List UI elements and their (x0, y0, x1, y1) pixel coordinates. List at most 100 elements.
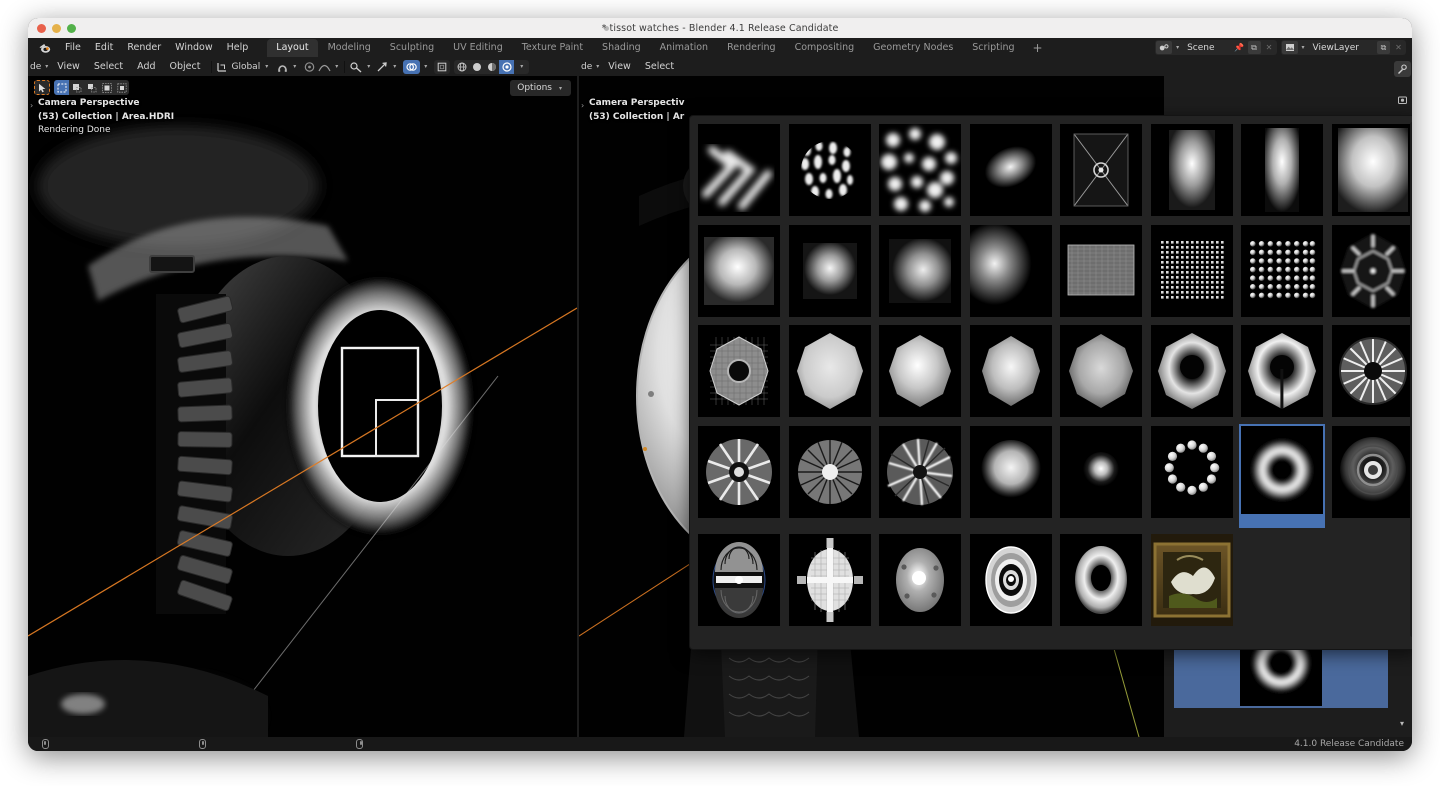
preview-item-tex-37[interactable] (1060, 534, 1142, 626)
preview-item-tex-25[interactable] (698, 426, 780, 518)
blender-logo-icon[interactable] (37, 40, 52, 55)
remove-viewlayer-x-icon[interactable]: ✕ (1392, 41, 1405, 54)
lasso-select-icon[interactable] (84, 80, 99, 95)
shading-rendered-icon[interactable] (499, 60, 514, 74)
menu-render[interactable]: Render (120, 40, 168, 55)
preview-item-tex-38[interactable] (1151, 534, 1233, 626)
preview-item-tex-18[interactable] (789, 325, 871, 417)
preview-item-tex-36[interactable] (970, 534, 1052, 626)
viewport-menu-add[interactable]: Add (130, 59, 162, 74)
tweak-tool-icon[interactable] (34, 80, 50, 95)
preview-item-tex-11[interactable] (879, 225, 961, 317)
viewport-options-button[interactable]: Options ▾ (510, 80, 571, 96)
pin-icon[interactable]: 📌 (1233, 41, 1246, 54)
viewport-menu-object[interactable]: Object (163, 59, 208, 74)
preview-item-tex-20[interactable] (970, 325, 1052, 417)
tab-uv-editing[interactable]: UV Editing (444, 39, 512, 57)
tab-sculpting[interactable]: Sculpting (381, 39, 443, 57)
render-tab-icon[interactable] (1394, 92, 1411, 108)
preview-item-tex-9[interactable] (698, 225, 780, 317)
preview-item-tex-8[interactable] (1332, 124, 1413, 216)
preview-item-tex-13[interactable] (1060, 225, 1142, 317)
preview-item-tex-29[interactable] (1060, 426, 1142, 518)
preview-item-tex-6[interactable] (1151, 124, 1233, 216)
tab-scripting[interactable]: Scripting (963, 39, 1023, 57)
circle-select-icon[interactable] (69, 80, 84, 95)
preview-item-tex-15[interactable] (1241, 225, 1323, 317)
menu-edit[interactable]: Edit (88, 40, 120, 55)
preview-item-tex-1[interactable] (698, 124, 780, 216)
preview-item-tex-33[interactable] (698, 534, 780, 626)
preview-item-tex-14[interactable] (1151, 225, 1233, 317)
light-texture-preview-popup[interactable] (689, 115, 1412, 650)
tab-geometry-nodes[interactable]: Geometry Nodes (864, 39, 962, 57)
menu-file[interactable]: File (58, 40, 88, 55)
preview-item-tex-12[interactable] (970, 225, 1052, 317)
viewlayer-selector[interactable]: ▾ ViewLayer ⧉ ✕ (1281, 40, 1406, 55)
xray-icon[interactable] (434, 60, 450, 74)
preview-item-tex-16[interactable] (1332, 225, 1413, 317)
preview-item-tex-7[interactable] (1241, 124, 1323, 216)
preview-item-tex-19[interactable] (879, 325, 961, 417)
viewport-left-canvas[interactable]: Options ▾ › Camera Perspective (53) Coll… (28, 76, 577, 737)
preview-item-tex-34[interactable] (789, 534, 871, 626)
new-scene-copy-icon[interactable]: ⧉ (1248, 41, 1261, 54)
gizmo-icon[interactable] (376, 61, 389, 73)
tab-compositing[interactable]: Compositing (786, 39, 864, 57)
viewport-right-menu-select[interactable]: Select (638, 59, 681, 74)
preview-item-tex-21[interactable] (1060, 325, 1142, 417)
shading-wireframe-icon[interactable] (454, 60, 469, 74)
visibility-eye-dropper-icon[interactable] (349, 61, 363, 73)
intersect-select-icon[interactable] (114, 80, 129, 95)
preview-grid-scrollbar[interactable] (1410, 122, 1412, 637)
viewport-menu-select[interactable]: Select (87, 59, 130, 74)
preview-item-tex-17[interactable] (698, 325, 780, 417)
preview-item-tex-10[interactable] (789, 225, 871, 317)
sidebar-expand-arrow-icon[interactable]: › (30, 101, 33, 110)
right-sidebar-expand-arrow-icon[interactable]: › (581, 101, 584, 110)
scene-selector[interactable]: ▾ Scene 📌 ⧉ ✕ (1155, 40, 1276, 55)
preview-item-tex-28[interactable] (970, 426, 1052, 518)
tab-shading[interactable]: Shading (593, 39, 650, 57)
extend-select-icon[interactable] (99, 80, 114, 95)
box-select-icon[interactable] (54, 80, 69, 95)
tool-tab-icon[interactable] (1394, 61, 1411, 77)
tab-layout[interactable]: Layout (267, 39, 317, 57)
preview-item-tex-26[interactable] (789, 426, 871, 518)
proportional-editing-icon[interactable] (303, 61, 316, 73)
menu-help[interactable]: Help (220, 40, 256, 55)
shading-solid-icon[interactable] (469, 60, 484, 74)
shading-chevron-down-icon[interactable]: ▾ (514, 60, 529, 74)
tab-animation[interactable]: Animation (651, 39, 717, 57)
preview-item-tex-23[interactable] (1241, 325, 1323, 417)
preview-item-tex-31[interactable] (1241, 426, 1323, 526)
overlays-icon[interactable] (403, 60, 420, 74)
properties-chevron-down-icon[interactable]: ▾ (1394, 715, 1411, 731)
transform-orientation-value[interactable]: Global (231, 62, 260, 72)
viewport-right-menu-view[interactable]: View (601, 59, 638, 74)
preview-item-tex-32[interactable] (1332, 426, 1413, 518)
new-viewlayer-copy-icon[interactable]: ⧉ (1377, 41, 1390, 54)
tab-texture-paint[interactable]: Texture Paint (513, 39, 592, 57)
tab-rendering[interactable]: Rendering (718, 39, 785, 57)
options-chevron-down-icon: ▾ (559, 85, 562, 92)
preview-item-tex-2[interactable] (789, 124, 871, 216)
preview-item-tex-3[interactable] (879, 124, 961, 216)
viewport-menu-view[interactable]: View (50, 59, 87, 74)
preview-item-tex-22[interactable] (1151, 325, 1233, 417)
preview-item-tex-5[interactable] (1060, 124, 1142, 216)
falloff-curve-icon[interactable] (318, 61, 331, 73)
preview-item-tex-30[interactable] (1151, 426, 1233, 518)
shading-material-preview-icon[interactable] (484, 60, 499, 74)
remove-scene-x-icon[interactable]: ✕ (1263, 41, 1276, 54)
tab-modeling[interactable]: Modeling (319, 39, 380, 57)
preview-item-tex-24[interactable] (1332, 325, 1413, 417)
add-workspace-button[interactable]: + (1025, 41, 1051, 55)
preview-item-tex-35[interactable] (879, 534, 961, 626)
left-mode-selector[interactable]: de ▾ (30, 62, 50, 72)
preview-item-tex-27[interactable] (879, 426, 961, 518)
snap-magnet-icon[interactable] (276, 61, 289, 73)
right-mode-selector[interactable]: de ▾ (581, 62, 601, 72)
menu-window[interactable]: Window (168, 40, 219, 55)
preview-item-tex-4[interactable] (970, 124, 1052, 216)
